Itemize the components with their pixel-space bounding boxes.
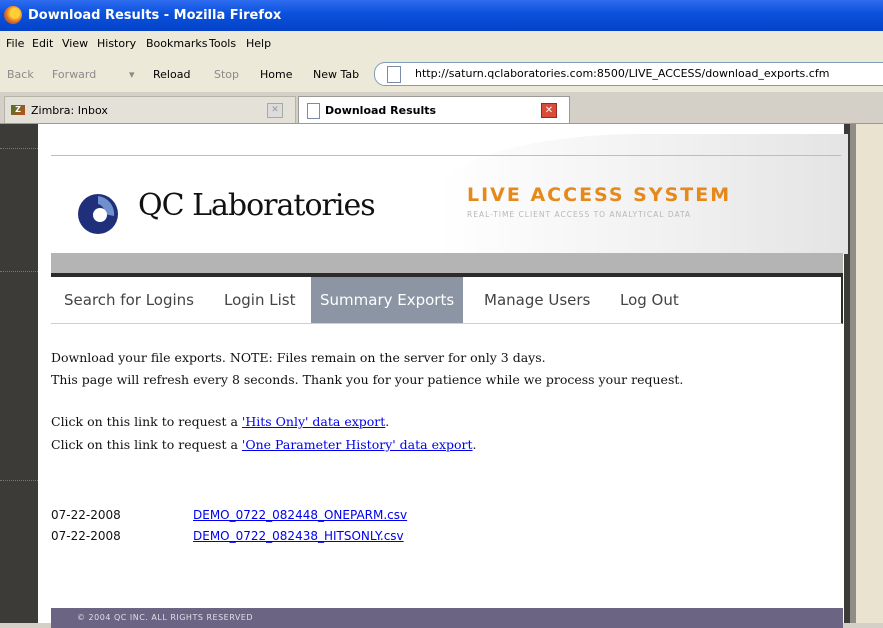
file-date: 07-22-2008 [51, 508, 121, 522]
menu-bookmarks[interactable]: Bookmarks [146, 37, 207, 50]
reload-button[interactable]: Reload [153, 68, 190, 81]
request-suffix: . [472, 437, 477, 452]
divider [0, 480, 38, 482]
forward-button[interactable]: Forward [52, 68, 96, 81]
tab-label: Download Results [325, 104, 437, 117]
menu-tools[interactable]: Tools [209, 37, 236, 50]
page-footer: © 2004 QC INC. ALL RIGHTS RESERVED [51, 608, 843, 628]
stop-button[interactable]: Stop [214, 68, 239, 81]
tab-download-results[interactable]: Download Results ✕ [298, 96, 570, 123]
nav-manage-users[interactable]: Manage Users [484, 277, 590, 323]
navigation-toolbar: Back Forward ▾ Reload Stop Home New Tab … [0, 57, 883, 92]
menu-help[interactable]: Help [246, 37, 271, 50]
request-hits-only: Click on this link to request a 'Hits On… [51, 414, 389, 429]
menu-file[interactable]: File [6, 37, 24, 50]
request-suffix: . [385, 414, 390, 429]
window-titlebar: Download Results - Mozilla Firefox [0, 0, 883, 31]
window-title: Download Results - Mozilla Firefox [28, 8, 282, 23]
footer-copyright: © 2004 QC INC. ALL RIGHTS RESERVED [77, 613, 254, 622]
file-date: 07-22-2008 [51, 529, 121, 543]
qc-logo-icon [78, 194, 118, 234]
menu-history[interactable]: History [97, 37, 136, 50]
url-bar[interactable]: http://saturn.qclaboratories.com:8500/LI… [374, 62, 883, 86]
back-button[interactable]: Back [7, 68, 34, 81]
file-download-link[interactable]: DEMO_0722_082448_ONEPARM.csv [193, 508, 407, 522]
tab-bar: Z Zimbra: Inbox ✕ Download Results ✕ [0, 92, 883, 124]
new-tab-button[interactable]: New Tab [313, 68, 359, 81]
page-icon [387, 66, 401, 83]
divider [0, 148, 38, 150]
nav-search-for-logins[interactable]: Search for Logins [64, 277, 194, 323]
header-band [51, 253, 843, 273]
tab-zimbra-inbox[interactable]: Z Zimbra: Inbox ✕ [4, 96, 296, 123]
menu-edit[interactable]: Edit [32, 37, 53, 50]
system-subtitle: REAL-TIME CLIENT ACCESS TO ANALYTICAL DA… [467, 210, 692, 219]
site-nav: Search for Logins Login List Summary Exp… [51, 277, 843, 324]
side-panel [850, 124, 883, 623]
history-dropdown-icon[interactable]: ▾ [129, 68, 135, 81]
nav-login-list[interactable]: Login List [224, 277, 295, 323]
note-line-2: This page will refresh every 8 seconds. … [51, 372, 684, 387]
menu-bar: File Edit View History Bookmarks Tools H… [0, 31, 883, 57]
close-tab-icon[interactable]: ✕ [541, 103, 557, 118]
close-tab-icon[interactable]: ✕ [267, 103, 283, 118]
request-prefix: Click on this link to request a [51, 414, 242, 429]
url-text[interactable]: http://saturn.qclaboratories.com:8500/LI… [415, 67, 829, 80]
logo-wordmark: QC Laboratories [138, 188, 376, 223]
one-parameter-export-link[interactable]: 'One Parameter History' data export [242, 437, 473, 452]
divider [0, 271, 38, 273]
tab-label: Zimbra: Inbox [31, 104, 108, 117]
file-download-link[interactable]: DEMO_0722_082438_HITSONLY.csv [193, 529, 404, 543]
firefox-icon [4, 6, 22, 24]
header-rule [51, 155, 841, 156]
note-line-1: Download your file exports. NOTE: Files … [51, 350, 546, 365]
menu-view[interactable]: View [62, 37, 88, 50]
content-area: QC Laboratories LIVE ACCESS SYSTEM REAL-… [0, 124, 883, 628]
home-button[interactable]: Home [260, 68, 292, 81]
nav-log-out[interactable]: Log Out [620, 277, 679, 323]
request-prefix: Click on this link to request a [51, 437, 242, 452]
request-one-parameter: Click on this link to request a 'One Par… [51, 437, 477, 452]
hits-only-export-link[interactable]: 'Hits Only' data export [242, 414, 385, 429]
zimbra-icon: Z [11, 105, 25, 115]
nav-summary-exports[interactable]: Summary Exports [311, 277, 464, 323]
web-page: QC Laboratories LIVE ACCESS SYSTEM REAL-… [38, 124, 848, 628]
page-icon [307, 103, 320, 119]
system-title: LIVE ACCESS SYSTEM [467, 184, 732, 206]
